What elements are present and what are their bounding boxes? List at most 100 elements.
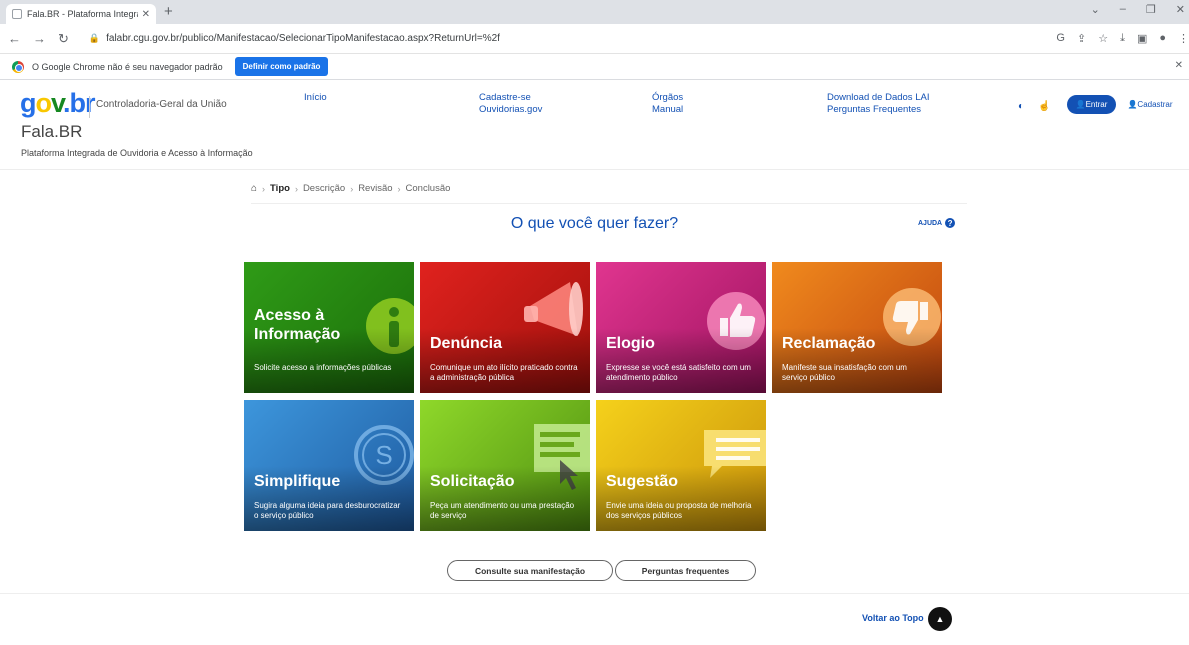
minimize-icon[interactable]: – [1120,3,1126,16]
footer-divider [0,593,1189,594]
nav-link-inicio[interactable]: Início [304,92,327,104]
close-tab-icon[interactable]: ✕ [142,9,150,20]
entrar-button[interactable]: 👤 Entrar [1067,95,1116,114]
back-to-top-icon[interactable]: ▲ [928,607,952,631]
breadcrumb-separator: › [294,183,298,194]
nav-group-4: Download de Dados LAI Perguntas Frequent… [827,92,929,116]
back-icon[interactable]: ← [8,31,21,47]
menu-icon[interactable]: ⋮ [1178,32,1189,45]
tile-description: Comunique um ato ilícito praticado contr… [430,363,578,382]
consulte-manifestacao-button[interactable]: Consulte sua manifestação [447,560,613,581]
google-icon[interactable]: G [1056,32,1065,45]
contrast-icon[interactable]: ◐ [1018,101,1024,112]
close-infobar-icon[interactable]: ✕ [1175,60,1183,71]
breadcrumb-separator: › [397,183,401,194]
tile-sugestao[interactable]: Sugestão Envie uma ideia ou proposta de … [596,400,766,531]
nav-link-manual[interactable]: Manual [652,104,683,116]
url-bar[interactable]: 🔒 falabr.cgu.gov.br/publico/Manifestacao… [82,27,1037,50]
tile-title: Reclamação [782,335,876,352]
restore-icon[interactable]: ❐ [1146,3,1156,16]
tile-denuncia[interactable]: Denúncia Comunique um ato ilícito pratic… [420,262,590,393]
nav-group-2: Cadastre-se Ouvidorias.gov [479,92,542,116]
address-bar-icons: G ⇪ ☆ ⤓ ▣ ● ⋮ [1056,32,1189,45]
govbr-logo[interactable]: gov.br [20,88,96,119]
window-controls: ⌄ – ❐ ✕ [1091,3,1185,16]
favicon-icon [12,9,22,19]
vlibras-icon[interactable]: ☝ [1038,101,1050,112]
cadastrar-button[interactable]: 👤 Cadastrar [1121,95,1179,114]
browser-tab[interactable]: Fala.BR - Plataforma Integrada d ✕ [6,4,156,24]
tab-title: Fala.BR - Plataforma Integrada d [27,9,138,19]
tile-title: Elogio [606,335,655,352]
forward-icon[interactable]: → [33,31,46,47]
home-icon[interactable]: ⌂ [251,183,257,194]
tile-acesso-informacao[interactable]: Acesso à Informação Solicite acesso a in… [244,262,414,393]
cadastrar-label: Cadastrar [1137,100,1173,109]
tile-description: Envie uma ideia ou proposta de melhoria … [606,501,752,520]
nav-group-1: Início [304,92,327,104]
help-label: AJUDA [918,219,943,227]
nav-link-ouvidorias[interactable]: Ouvidorias.gov [479,104,542,116]
chevron-down-icon[interactable]: ⌄ [1091,3,1100,16]
breadcrumb-separator: › [262,183,266,194]
help-icon: ? [945,218,956,228]
share-icon[interactable]: ⇪ [1077,32,1086,45]
site-title: Fala.BR [21,122,83,141]
breadcrumb: ⌂ › Tipo › Descrição › Revisão › Conclus… [251,183,450,194]
star-icon[interactable]: ☆ [1098,32,1108,45]
breadcrumb-step-descricao: Descrição [302,183,346,194]
org-name: Controladoria-Geral da União [96,99,227,110]
breadcrumb-step-conclusao: Conclusão [405,183,451,194]
breadcrumb-separator: › [350,183,354,194]
tile-title: Solicitação [430,473,515,490]
nav-group-3: Órgãos Manual [652,92,683,116]
address-bar-row: ← → ↻ 🔒 falabr.cgu.gov.br/publico/Manife… [0,24,1189,54]
site-header: gov.br Controladoria-Geral da União Fala… [0,80,1189,170]
tile-simplifique[interactable]: S Simplifique Sugira alguma ideia para d… [244,400,414,531]
breadcrumb-step-revisao: Revisão [358,183,393,194]
sidepanel-icon[interactable]: ▣ [1137,32,1147,45]
user-icon: 👤 [1075,100,1086,109]
chrome-icon [12,60,24,73]
tile-title: Simplifique [254,473,341,490]
help-link[interactable]: AJUDA ? [918,218,956,228]
nav-link-download-dados[interactable]: Download de Dados LAI [827,92,929,104]
accessibility-icons: ◐ ☝ [1018,101,1051,112]
perguntas-frequentes-button[interactable]: Perguntas frequentes [615,560,756,581]
tile-title: Acesso à [254,307,325,324]
breadcrumb-divider [251,203,967,204]
breadcrumb-step-tipo: Tipo [270,183,290,194]
new-tab-icon[interactable]: + [164,4,173,20]
nav-link-orgaos[interactable]: Órgãos [652,92,683,104]
tile-title: Sugestão [606,473,679,490]
download-icon[interactable]: ⤓ [1120,32,1125,45]
infobar-message: O Google Chrome não é seu navegador padr… [32,61,223,72]
entrar-label: Entrar [1085,100,1108,109]
default-browser-infobar: O Google Chrome não é seu navegador padr… [0,54,1189,80]
nav-buttons: ← → ↻ [8,31,69,47]
tile-description: Expresse se você está satisfeito com um … [606,363,751,382]
tile-description: Sugira alguma ideia para desburocratizar… [254,501,401,520]
nav-link-cadastre-se[interactable]: Cadastre-se [479,92,542,104]
profile-icon[interactable]: ● [1159,32,1166,45]
back-to-top-link[interactable]: Voltar ao Topo [862,613,924,623]
tile-title-line2: Informação [254,326,341,343]
reload-icon[interactable]: ↻ [58,31,69,47]
tile-description: Manifeste sua insatisfação com um serviç… [782,363,907,382]
close-window-icon[interactable]: ✕ [1176,3,1185,16]
tile-description: Peça um atendimento ou uma prestação de … [430,501,575,520]
logo-divider [89,96,90,118]
tile-reclamacao[interactable]: Reclamação Manifeste sua insatisfação co… [772,262,942,393]
tile-title: Denúncia [430,335,503,352]
tile-elogio[interactable]: Elogio Expresse se você está satisfeito … [596,262,766,393]
add-user-icon: 👤 [1127,100,1138,109]
tile-description: Solicite acesso a informações públicas [254,363,392,372]
page-question: O que você quer fazer? [510,215,679,232]
nav-link-perguntas-frequentes[interactable]: Perguntas Frequentes [827,104,929,116]
tile-solicitacao[interactable]: Solicitação Peça um atendimento ou uma p… [420,400,590,531]
set-default-button[interactable]: Definir como padrão [234,57,329,76]
browser-tab-bar: Fala.BR - Plataforma Integrada d ✕ + ⌄ –… [0,0,1189,24]
site-subtitle: Plataforma Integrada de Ouvidoria e Aces… [21,148,253,158]
url-text: falabr.cgu.gov.br/publico/Manifestacao/S… [106,33,500,44]
lock-icon: 🔒 [88,33,101,43]
